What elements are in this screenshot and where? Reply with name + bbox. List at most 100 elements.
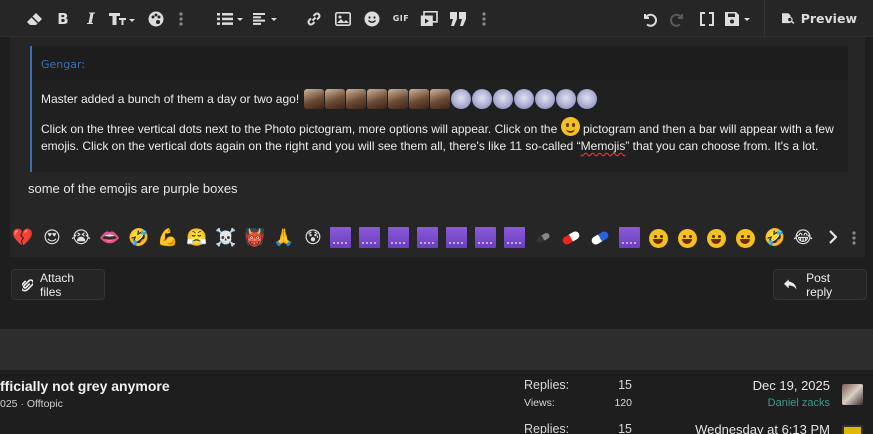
preview-label: Preview (800, 11, 857, 26)
image-icon[interactable] (334, 0, 352, 37)
memoji-icon (346, 89, 367, 109)
text-size-icon[interactable] (108, 0, 136, 37)
replies-count: 15 (618, 422, 632, 434)
memoji-icon (535, 89, 556, 109)
section-divider-band (0, 329, 873, 370)
pill-emoji[interactable] (590, 230, 610, 246)
memoji-icon (409, 89, 430, 109)
emoji-bar: 💔 😍 😭 👄 🤣 💪 😤 ☠️ 👹 🙏 😰 🤣 😂 (10, 221, 865, 257)
missing-emoji-box[interactable] (388, 227, 409, 248)
more-vertical-icon-2[interactable] (479, 0, 489, 37)
attach-files-button[interactable]: Attach files (11, 269, 105, 300)
editor-toolbar: B I GIF Preview (0, 0, 873, 37)
more-vertical-icon-3[interactable] (852, 230, 856, 249)
memoji-icon (388, 89, 409, 109)
more-vertical-icon[interactable] (176, 0, 186, 37)
rofl-emoji-2[interactable]: 🤣 (764, 227, 786, 249)
undo-icon[interactable] (640, 0, 658, 37)
missing-emoji-box[interactable] (446, 227, 467, 248)
media-icon[interactable] (419, 0, 439, 37)
reply-icon (784, 278, 797, 290)
views-count: 120 (614, 397, 632, 409)
last-post-date[interactable]: Dec 19, 2025 (753, 378, 830, 393)
folded-hands-emoji[interactable]: 🙏 (273, 227, 295, 249)
memoji-icon (304, 89, 325, 109)
avatar[interactable] (842, 425, 863, 434)
memoji-icon (430, 89, 451, 109)
attach-files-label: Attach files (40, 270, 75, 299)
avatar[interactable] (842, 384, 863, 405)
memoji-icon (514, 89, 535, 109)
broken-heart-emoji[interactable]: 💔 (12, 227, 34, 249)
toolbar-divider (764, 0, 765, 37)
thread-row-2[interactable]: Replies: 15 Wednesday at 6:13 PM (0, 416, 873, 434)
missing-emoji-box[interactable] (619, 227, 640, 248)
thread-meta: 025 · Offtopic (0, 398, 63, 410)
joy-emoji[interactable]: 😂 (792, 227, 814, 249)
palette-icon[interactable] (147, 0, 165, 37)
misspelled-word[interactable]: Memojis (581, 139, 626, 153)
views-label: Views: (524, 397, 555, 409)
list-icon[interactable] (216, 0, 244, 37)
post-reply-button[interactable]: Post reply (773, 269, 867, 300)
quote-line-1: Master added a bunch of them a day or tw… (41, 91, 300, 106)
heart-eyes-emoji[interactable]: 😍 (41, 227, 63, 249)
paperclip-icon (22, 278, 34, 292)
missing-emoji-box[interactable] (330, 227, 351, 248)
memoji-icon (451, 89, 472, 109)
preview-icon (782, 13, 795, 24)
replies-count: 15 (618, 378, 632, 392)
italic-icon[interactable]: I (83, 0, 99, 37)
memoji-icon (472, 89, 493, 109)
crying-emoji[interactable]: 😭 (70, 227, 92, 249)
memoji-icon (556, 89, 577, 109)
chevron-right-icon[interactable] (828, 229, 838, 248)
replies-label: Replies: (524, 422, 570, 434)
memoji-icon (367, 89, 388, 109)
quote-paragraph: Click on the three vertical dots next to… (41, 117, 839, 155)
missing-emoji-box[interactable] (417, 227, 438, 248)
missing-emoji-box[interactable] (359, 227, 380, 248)
quote-text: ” that you can choose from. It's a lot. (625, 139, 819, 153)
quote-icon[interactable] (449, 0, 467, 37)
pill-emoji[interactable] (535, 231, 551, 245)
reply-text[interactable]: some of the emojis are purple boxes (28, 181, 238, 196)
align-icon[interactable] (252, 0, 278, 37)
fullscreen-icon[interactable] (698, 0, 716, 37)
ogre-emoji[interactable]: 👹 (244, 227, 266, 249)
thread-row[interactable]: fficially not grey anymore 025 · Offtopi… (0, 370, 873, 416)
memoji-icon (325, 89, 346, 109)
thread-title[interactable]: fficially not grey anymore (0, 378, 170, 394)
post-reply-label: Post reply (806, 270, 833, 299)
grin-emoji[interactable] (707, 229, 726, 248)
redo-icon[interactable] (669, 0, 687, 37)
save-draft-icon[interactable] (724, 0, 752, 37)
flexed-biceps-emoji[interactable]: 💪 (157, 227, 179, 249)
laughing-emoji[interactable] (736, 229, 755, 248)
replies-label: Replies: (524, 378, 570, 392)
memoji-icon (493, 89, 514, 109)
smiley-icon[interactable] (363, 0, 381, 37)
bold-icon[interactable]: B (54, 0, 72, 37)
gif-icon[interactable]: GIF (390, 0, 412, 37)
smile-emoji[interactable] (649, 229, 668, 248)
missing-emoji-box[interactable] (475, 227, 496, 248)
quote-text: Click on the three vertical dots next to… (41, 122, 558, 136)
tongue-emoji[interactable] (678, 229, 697, 248)
quote-author[interactable]: Gengar: (32, 46, 848, 80)
rofl-emoji[interactable]: 🤣 (128, 227, 150, 249)
pill-emoji[interactable] (561, 230, 581, 246)
preview-button[interactable]: Preview (782, 0, 857, 37)
anxious-sweat-emoji[interactable]: 😰 (302, 227, 324, 249)
eraser-icon[interactable] (25, 0, 45, 37)
lips-emoji[interactable]: 👄 (99, 227, 121, 249)
last-post-user[interactable]: Daniel zacks (768, 397, 830, 409)
memoji-icon (577, 89, 598, 109)
skull-crossbones-emoji[interactable]: ☠️ (215, 227, 237, 249)
huffing-emoji[interactable]: 😤 (186, 227, 208, 249)
quote-block: Gengar: Master added a bunch of them a d… (30, 46, 848, 172)
last-post-date[interactable]: Wednesday at 6:13 PM (695, 422, 830, 434)
smiley-icon (560, 117, 580, 136)
missing-emoji-box[interactable] (504, 227, 525, 248)
link-icon[interactable] (305, 0, 323, 37)
